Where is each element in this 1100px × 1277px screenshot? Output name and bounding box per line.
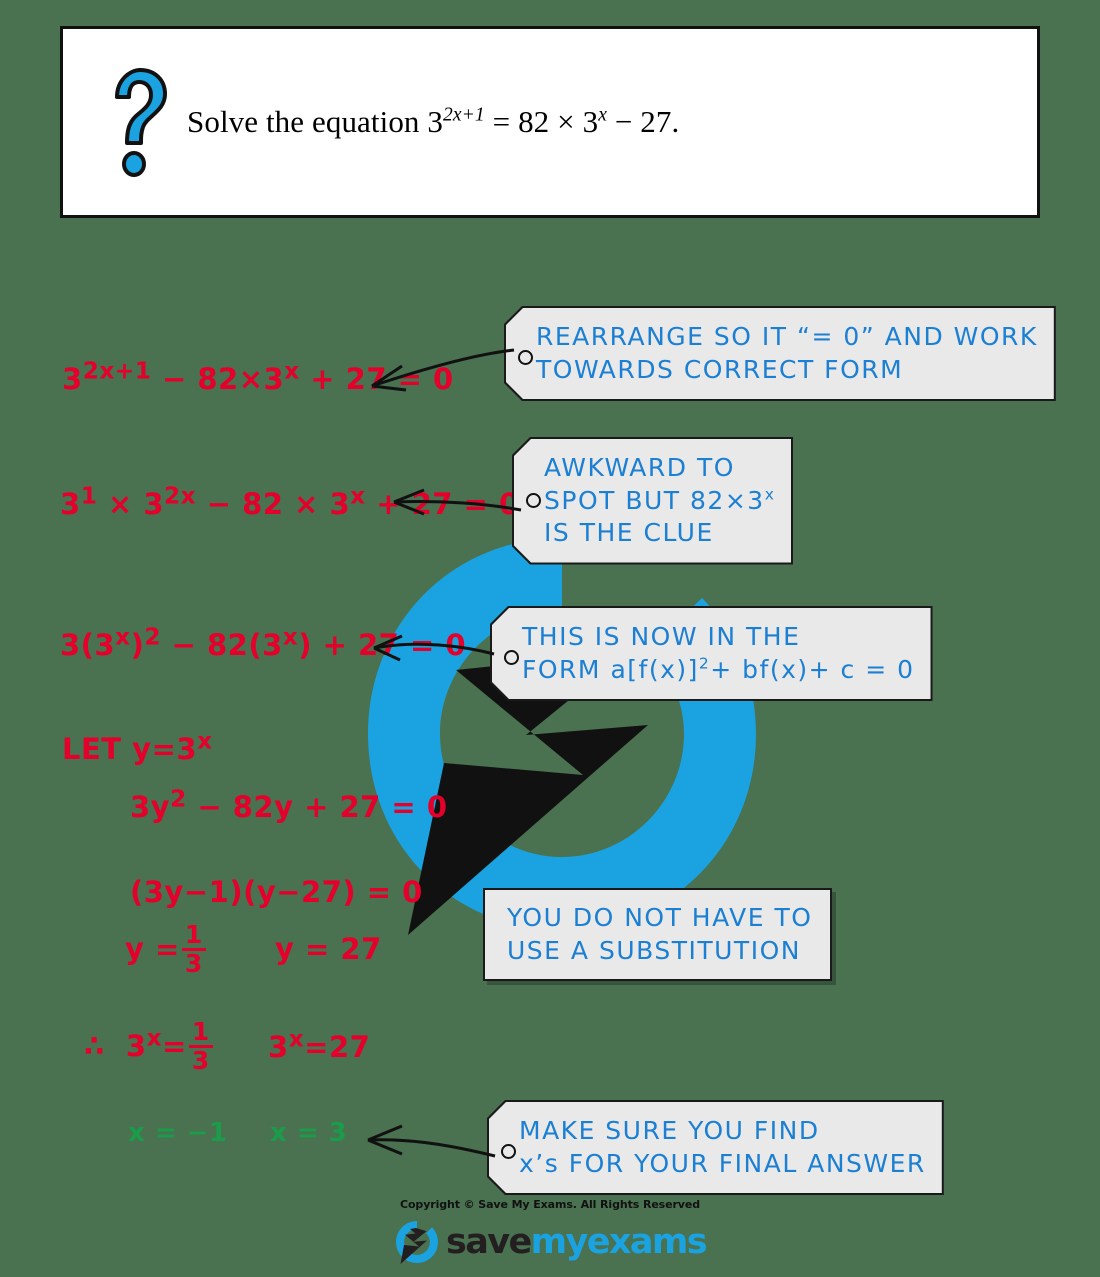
callout-quadratic-form: THIS IS NOW IN THE FORM a[f(x)]2+ bf(x)+… [490, 606, 933, 701]
callout-nosub-line-1: YOU DO NOT HAVE TO [507, 903, 813, 932]
working-line-quadratic-form: 3(3x)2 − 82(3x) + 27 = 0 [60, 623, 467, 662]
footer: Copyright © Save My Exams. All Rights Re… [0, 1198, 1100, 1265]
copyright-text: Copyright © Save My Exams. All Rights Re… [399, 1198, 701, 1211]
callout-findx-line-1: MAKE SURE YOU FIND [519, 1116, 820, 1145]
working-line-y-solution-1: y = 1 3 [125, 922, 208, 977]
logo-word-exams: exams [586, 1222, 708, 1262]
question-equals: = [492, 104, 511, 139]
callout-awkward-clue: AWKWARD TO SPOT BUT 82×3x IS THE CLUE [512, 437, 793, 565]
question-panel: Solve the equation 32x+1 = 82 × 3x − 27. [60, 26, 1040, 218]
callout-awkward-line-3: IS THE CLUE [544, 518, 714, 547]
question-times: × [557, 104, 575, 139]
working-line-y-solution-2: y = 27 [275, 932, 382, 966]
working-line-back-sub-1: ∴ 3x= 1 3 [84, 1019, 215, 1074]
callout-nosub-line-2: USE A SUBSTITUTION [507, 935, 801, 965]
working-line-back-sub-2: 3x=27 [268, 1025, 371, 1064]
callout-form-line-2: FORM a[f(x)]2+ bf(x)+ c = 0 [522, 654, 915, 684]
question-exponent-1: 2x+1 [443, 104, 485, 126]
working-line-split-index: 31 × 32x − 82 × 3x + 27 = 0 [60, 482, 520, 521]
callout-findx-line-2: x’s FOR YOUR FINAL ANSWER [519, 1148, 926, 1178]
question-base-2: 3 [582, 104, 599, 139]
callout-form-line-1: THIS IS NOW IN THE [522, 622, 801, 651]
tag-hole-icon [518, 350, 533, 365]
callout-no-substitution: YOU DO NOT HAVE TO USE A SUBSTITUTION [483, 888, 833, 981]
question-prompt-label: Solve the equation [187, 104, 428, 139]
final-answer-2: x = 3 [270, 1118, 348, 1148]
question-base-1: 3 [427, 104, 443, 139]
callout-awkward-line-1: AWKWARD TO [544, 453, 735, 482]
question-coefficient: 82 [518, 104, 550, 139]
question-exponent-2: x [598, 104, 607, 126]
callout-rearrange-line-2: TOWARDS CORRECT FORM [536, 354, 904, 384]
logo-word-my: my [530, 1222, 589, 1262]
working-line-substitution: LET y=3x [62, 727, 213, 766]
working-line-quadratic-in-y: 3y2 − 82y + 27 = 0 [130, 785, 448, 824]
callout-awkward-line-2: SPOT BUT 82×3x [544, 485, 776, 515]
callout-rearrange-line-1: REARRANGE SO IT “= 0” AND WORK [536, 322, 1038, 351]
tag-hole-icon [526, 493, 541, 508]
working-line-rearranged: 32x+1 − 82×3x + 27 = 0 [62, 357, 454, 396]
lightning-bolt-circle-icon [396, 1221, 439, 1264]
working-line-factorised: (3y−1)(y−27) = 0 [130, 875, 423, 909]
logo-word-save: save [446, 1222, 532, 1262]
tag-hole-icon [501, 1144, 516, 1159]
question-constant: 27. [640, 104, 680, 139]
arrow-to-final-answers [367, 1124, 496, 1158]
callout-rearrange: REARRANGE SO IT “= 0” AND WORK TOWARDS C… [504, 306, 1056, 401]
question-mark-icon [99, 67, 177, 177]
question-prompt: Solve the equation 32x+1 = 82 × 3x − 27. [187, 104, 679, 140]
save-my-exams-logo: savemyexams [0, 1219, 1100, 1265]
callout-find-x: MAKE SURE YOU FIND x’s FOR YOUR FINAL AN… [487, 1100, 944, 1195]
final-answer-1: x = −1 [128, 1118, 228, 1148]
tag-hole-icon [504, 650, 519, 665]
question-minus: − [614, 104, 633, 139]
